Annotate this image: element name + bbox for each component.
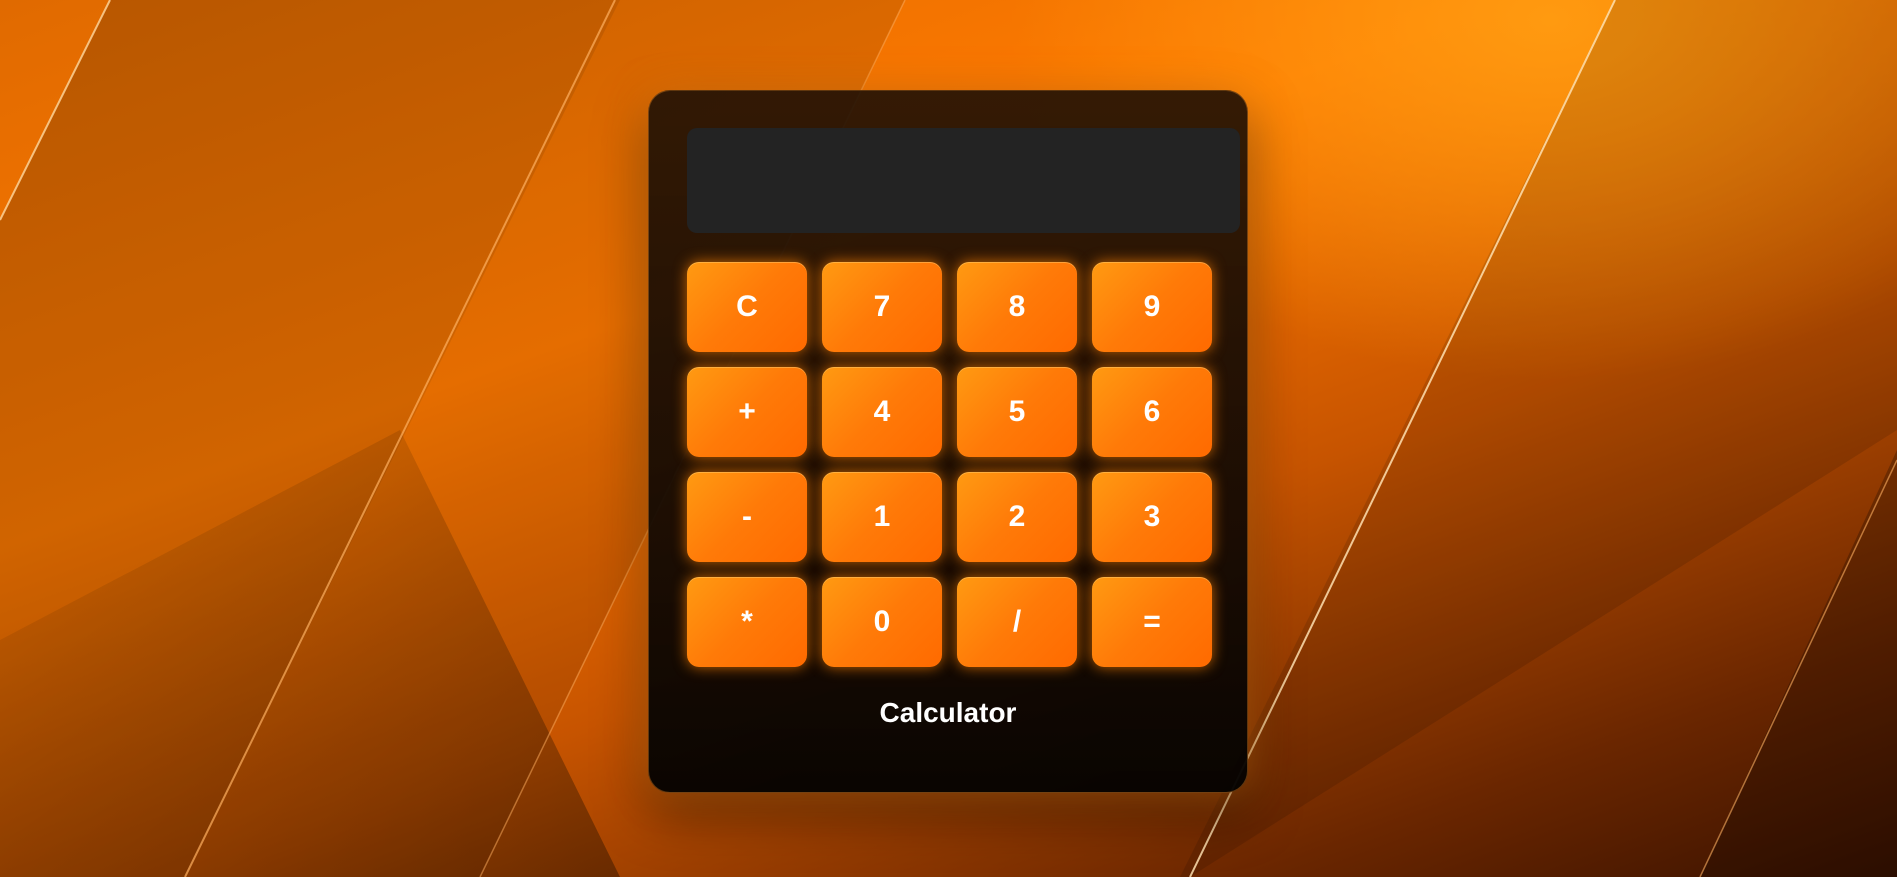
- digit-8-button[interactable]: 8: [957, 262, 1077, 352]
- digit-2-button[interactable]: 2: [957, 472, 1077, 562]
- digit-4-button[interactable]: 4: [822, 367, 942, 457]
- calculator-display: [687, 128, 1240, 233]
- add-button[interactable]: +: [687, 367, 807, 457]
- calculator-title: Calculator: [879, 697, 1017, 728]
- clear-button[interactable]: C: [687, 262, 807, 352]
- digit-7-button[interactable]: 7: [822, 262, 942, 352]
- digit-1-button[interactable]: 1: [822, 472, 942, 562]
- calculator-panel: C 7 8 9 + 4 5 6 - 1 2 3 * 0 / = Calculat…: [648, 90, 1248, 793]
- digit-6-button[interactable]: 6: [1092, 367, 1212, 457]
- digit-0-button[interactable]: 0: [822, 577, 942, 667]
- digit-9-button[interactable]: 9: [1092, 262, 1212, 352]
- keypad: C 7 8 9 + 4 5 6 - 1 2 3 * 0 / =: [687, 262, 1212, 667]
- multiply-button[interactable]: *: [687, 577, 807, 667]
- divide-button[interactable]: /: [957, 577, 1077, 667]
- digit-3-button[interactable]: 3: [1092, 472, 1212, 562]
- subtract-button[interactable]: -: [687, 472, 807, 562]
- digit-5-button[interactable]: 5: [957, 367, 1077, 457]
- equals-button[interactable]: =: [1092, 577, 1212, 667]
